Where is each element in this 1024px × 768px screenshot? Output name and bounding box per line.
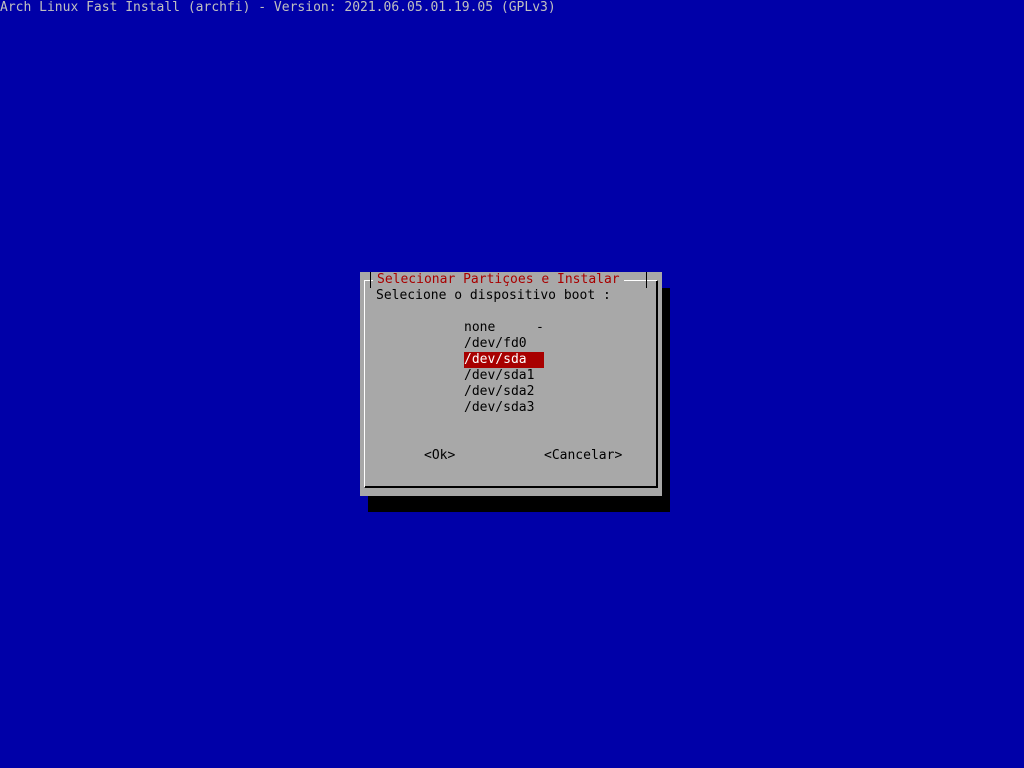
title-bracket-left bbox=[370, 272, 371, 288]
menu-item-tag: none bbox=[464, 320, 496, 335]
menu-item-dev-sda[interactable]: /dev/sda bbox=[464, 352, 544, 368]
menu-item-tag: /dev/sda1 bbox=[464, 368, 535, 383]
dialog-title: Selecionar Partiçoes e Instalar bbox=[373, 272, 624, 288]
dialog-window: Selecionar Partiçoes e Instalar Selecion… bbox=[360, 272, 662, 496]
title-bracket-right bbox=[646, 272, 647, 288]
menu-item-dev-sda3[interactable]: /dev/sda3 bbox=[464, 400, 544, 416]
menu-item-tag: /dev/sda bbox=[464, 352, 544, 368]
dialog-prompt: Selecione o dispositivo boot : bbox=[376, 288, 611, 303]
menu-item-desc: - bbox=[536, 320, 544, 335]
menu-item-tag: /dev/fd0 bbox=[464, 336, 527, 351]
menu-item-dev-sda2[interactable]: /dev/sda2 bbox=[464, 384, 544, 400]
menu-item-dev-sda1[interactable]: /dev/sda1 bbox=[464, 368, 544, 384]
menu-item-tag: /dev/sda2 bbox=[464, 384, 535, 399]
boot-device-menu: none - /dev/fd0 /dev/sda /dev/sda1 /dev/s… bbox=[464, 320, 544, 416]
ok-button[interactable]: <Ok> bbox=[424, 448, 455, 464]
menu-item-tag: /dev/sda3 bbox=[464, 400, 535, 415]
menu-item-dev-fd0[interactable]: /dev/fd0 bbox=[464, 336, 544, 352]
cancel-button[interactable]: <Cancelar> bbox=[544, 448, 622, 464]
backtitle: Arch Linux Fast Install (archfi) - Versi… bbox=[0, 0, 556, 15]
menu-item-none[interactable]: none - bbox=[464, 320, 544, 336]
